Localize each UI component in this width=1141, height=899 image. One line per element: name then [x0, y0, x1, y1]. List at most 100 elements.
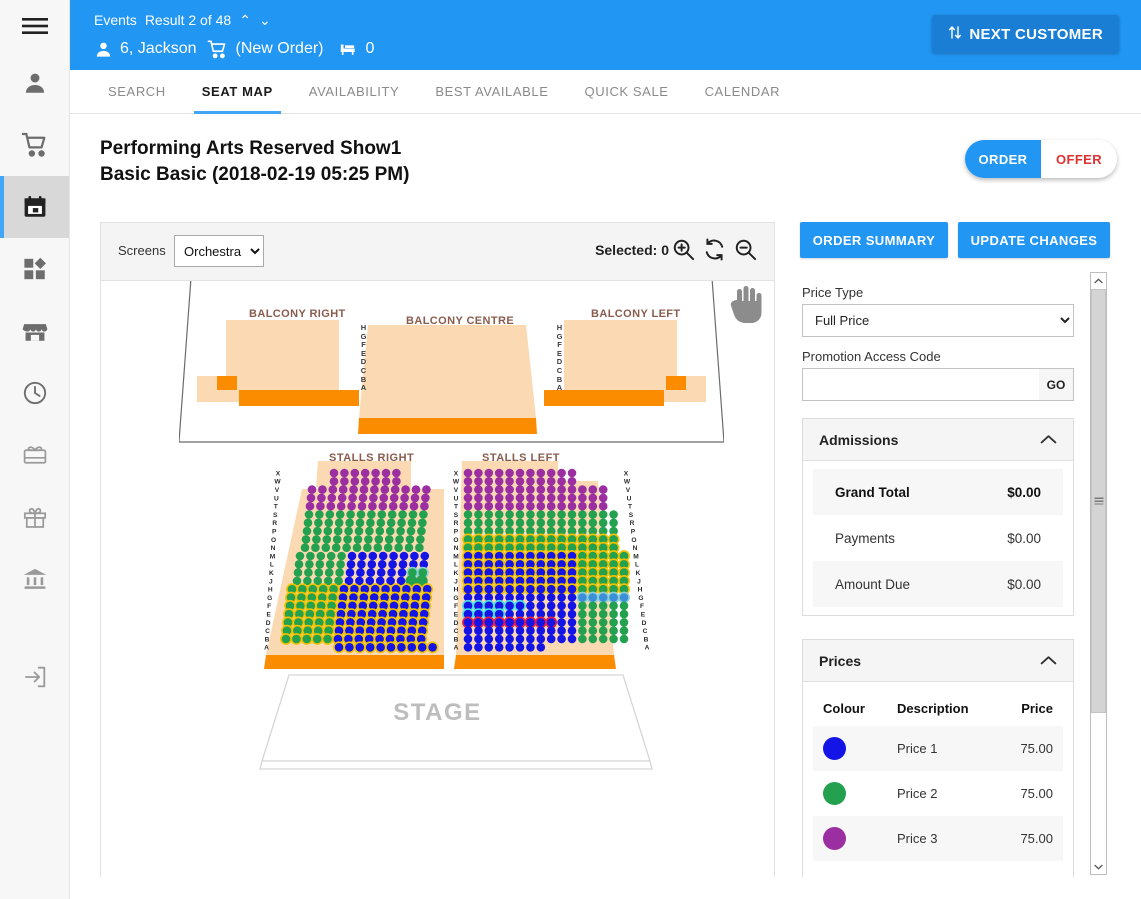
cart-icon — [207, 39, 228, 60]
order-status[interactable]: (New Order) — [235, 40, 323, 58]
next-customer-label: NEXT CUSTOMER — [969, 25, 1103, 43]
swap-icon — [948, 25, 962, 44]
svg-text:A: A — [454, 645, 459, 652]
svg-text:E: E — [454, 612, 459, 619]
svg-text:H: H — [268, 587, 273, 594]
screens-label: Screens — [118, 243, 166, 258]
admissions-row: Grand Total $0.00 — [813, 469, 1063, 515]
menu-icon[interactable] — [0, 0, 69, 52]
person-icon — [22, 70, 48, 96]
sidebar-item-apps[interactable] — [0, 238, 69, 300]
selected-count: Selected: 0 — [595, 242, 669, 258]
prices-card: Prices Colour Description Price Price 1 … — [802, 639, 1074, 877]
price-amount: 75.00 — [1020, 831, 1053, 846]
svg-text:S: S — [454, 512, 459, 519]
chevron-up-icon[interactable] — [1040, 432, 1057, 448]
price-row: Price 2 75.00 — [813, 771, 1063, 816]
sidebar-item-gifts[interactable] — [0, 486, 69, 548]
svg-text:F: F — [454, 603, 458, 610]
svg-text:X: X — [276, 470, 281, 477]
admissions-body: Grand Total $0.00 Payments $0.00 Amount … — [803, 461, 1073, 615]
svg-text:L: L — [635, 562, 639, 569]
scroll-down-icon[interactable] — [1091, 859, 1106, 874]
promotion-go-button[interactable]: GO — [1039, 368, 1074, 401]
tab-search[interactable]: SEARCH — [90, 70, 184, 114]
price-description: Price 2 — [897, 786, 938, 801]
price-amount: 75.00 — [1020, 786, 1053, 801]
person-icon — [94, 40, 113, 59]
svg-text:U: U — [627, 495, 632, 502]
voucher-icon — [22, 442, 48, 468]
sidebar-item-logout[interactable] — [0, 646, 69, 708]
zoom-out-icon[interactable] — [733, 237, 758, 267]
sidebar-item-history[interactable] — [0, 362, 69, 424]
bank-icon — [22, 566, 48, 592]
sidebar-item-store[interactable] — [0, 300, 69, 362]
offer-tab[interactable]: OFFER — [1041, 140, 1117, 178]
customer-name[interactable]: 6, Jackson — [120, 40, 196, 58]
hand-icon[interactable] — [726, 285, 766, 334]
sidebar-item-events[interactable] — [0, 176, 69, 238]
tab-seat-map[interactable]: SEAT MAP — [184, 70, 291, 114]
screens-select[interactable]: Orchestra — [174, 235, 264, 267]
panel-scrollbar[interactable] — [1090, 272, 1107, 875]
scrollbar-thumb[interactable] — [1091, 289, 1106, 713]
section-label: Events — [94, 12, 137, 28]
tab-availability[interactable]: AVAILABILITY — [291, 70, 418, 114]
zoom-in-icon[interactable] — [671, 237, 696, 267]
next-result-icon[interactable]: ⌄ — [259, 13, 271, 27]
promotion-code-label: Promotion Access Code — [802, 349, 941, 364]
order-summary-button[interactable]: ORDER SUMMARY — [800, 222, 948, 258]
sidebar-item-vouchers[interactable] — [0, 424, 69, 486]
svg-text:S: S — [629, 512, 634, 519]
promotion-code-input[interactable] — [802, 368, 1040, 401]
tab-best-available[interactable]: BEST AVAILABLE — [417, 70, 566, 114]
svg-text:H: H — [454, 587, 459, 594]
svg-text:V: V — [275, 487, 280, 494]
column-description: Description — [897, 700, 969, 716]
refresh-icon[interactable] — [702, 237, 727, 267]
tab-quick-sale[interactable]: QUICK SALE — [567, 70, 687, 114]
prices-header[interactable]: Prices — [803, 640, 1073, 682]
order-tab[interactable]: ORDER — [965, 140, 1041, 178]
svg-text:K: K — [636, 570, 641, 577]
update-changes-button[interactable]: UPDATE CHANGES — [958, 222, 1110, 258]
sidebar-item-cart[interactable] — [0, 114, 69, 176]
seat-map-canvas[interactable]: BALCONY RIGHT BALCONY CENTRE BALCONY LEF… — [101, 281, 774, 877]
tab-calendar[interactable]: CALENDAR — [687, 70, 799, 114]
column-price: Price — [1021, 700, 1053, 716]
order-side-panel: ORDER SUMMARY UPDATE CHANGES Price Type … — [800, 222, 1110, 877]
svg-text:N: N — [271, 545, 276, 552]
svg-text:M: M — [633, 553, 639, 560]
svg-text:K: K — [454, 570, 459, 577]
row-label: Grand Total — [835, 484, 910, 500]
prev-result-icon[interactable]: ⌃ — [239, 13, 251, 27]
next-customer-button[interactable]: NEXT CUSTOMER — [932, 15, 1119, 53]
svg-text:G: G — [453, 595, 458, 602]
svg-text:M: M — [453, 553, 459, 560]
logout-icon — [22, 664, 48, 690]
balcony-centre-label: BALCONY CENTRE — [406, 315, 515, 327]
svg-text:A: A — [264, 645, 269, 652]
column-colour: Colour — [823, 700, 865, 716]
svg-text:P: P — [631, 529, 636, 536]
sidebar-item-accounts[interactable] — [0, 548, 69, 610]
admissions-header[interactable]: Admissions — [803, 419, 1073, 461]
balcony-right-row-letters: HGFEDCBA — [360, 323, 367, 393]
svg-text:X: X — [454, 470, 459, 477]
row-value: $0.00 — [1007, 484, 1041, 500]
svg-text:L: L — [270, 562, 274, 569]
svg-text:U: U — [274, 495, 279, 502]
event-title-line2: Basic Basic (2018-02-19 05:25 PM) — [100, 164, 410, 185]
svg-text:T: T — [628, 504, 632, 511]
prices-title: Prices — [819, 652, 862, 669]
svg-text:H: H — [638, 587, 643, 594]
svg-text:J: J — [454, 578, 458, 585]
scroll-up-icon[interactable] — [1091, 273, 1106, 288]
svg-text:L: L — [454, 562, 458, 569]
chevron-up-icon[interactable] — [1040, 653, 1057, 669]
sidebar-item-customers[interactable] — [0, 52, 69, 114]
svg-text:J: J — [269, 578, 273, 585]
svg-text:B: B — [454, 636, 459, 643]
price-type-select[interactable]: Full Price — [802, 304, 1074, 337]
